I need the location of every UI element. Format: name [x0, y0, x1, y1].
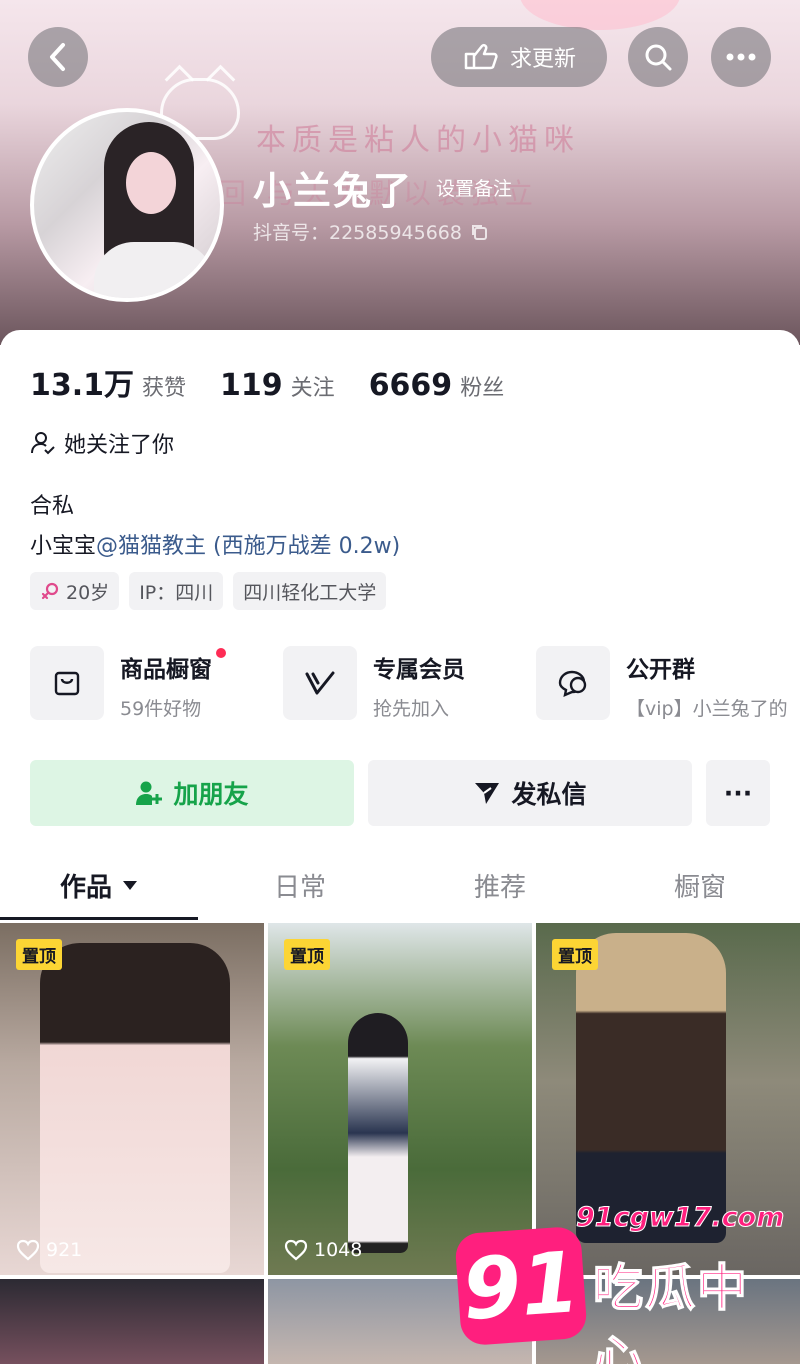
- caret-down-icon: [123, 881, 137, 890]
- request-update-label: 求更新: [509, 47, 576, 72]
- action-buttons: 加朋友 发私信 ···: [30, 760, 770, 826]
- tab-recommend[interactable]: 推荐: [400, 850, 600, 920]
- pointing-hand-icon: [464, 43, 498, 70]
- school-tag[interactable]: 四川轻化工大学: [233, 572, 387, 610]
- video-thumbnail[interactable]: [0, 1279, 264, 1364]
- nickname: 小兰兔了: [253, 169, 414, 213]
- heart-icon: [16, 1239, 40, 1261]
- more-actions-button[interactable]: ···: [706, 760, 770, 826]
- watermark-text: 吃瓜中心: [592, 1258, 749, 1364]
- search-button[interactable]: [628, 27, 688, 87]
- stat-following[interactable]: 119 关注: [220, 368, 335, 403]
- banner-decoration: [520, 0, 680, 30]
- douyin-id[interactable]: 抖音号：22585945668: [253, 218, 488, 245]
- stat-likes[interactable]: 13.1万 获赞: [30, 360, 186, 404]
- avatar[interactable]: [30, 108, 224, 302]
- content-tabs: 作品 日常 推荐 橱窗: [0, 850, 800, 920]
- douyin-id-text: 抖音号：22585945668: [253, 222, 462, 244]
- mention-link[interactable]: @猫猫教主 (西施万战差 0.2w): [96, 534, 400, 559]
- stat-followers[interactable]: 6669 粉丝: [369, 368, 505, 403]
- like-count: 921: [16, 1239, 82, 1261]
- search-icon: [645, 44, 672, 71]
- feature-row: 商品橱窗 59件好物 专属会员 抢先加入 公开群 【vip】小兰兔了的: [30, 646, 800, 722]
- heart-icon: [284, 1239, 308, 1261]
- request-update-button[interactable]: 求更新: [431, 27, 607, 87]
- like-count: 1048: [284, 1239, 362, 1261]
- add-friend-icon: [136, 781, 163, 805]
- ip-tag: IP：四川: [129, 572, 224, 610]
- stats-row: 13.1万 获赞 119 关注 6669 粉丝: [30, 360, 504, 404]
- notification-dot: [216, 648, 226, 658]
- watermark-logo: 91: [454, 1225, 588, 1347]
- copy-icon: [471, 224, 487, 240]
- tab-works[interactable]: 作品: [0, 850, 200, 920]
- chat-bubbles-icon: [558, 670, 587, 698]
- pinned-badge: 置顶: [284, 939, 330, 970]
- chevron-left-icon: [50, 43, 65, 71]
- female-icon: [41, 582, 59, 600]
- membership-entry[interactable]: 专属会员 抢先加入: [283, 646, 465, 722]
- user-check-icon: [31, 432, 55, 455]
- video-thumbnail[interactable]: 置顶 921: [0, 923, 264, 1275]
- tab-daily[interactable]: 日常: [200, 850, 400, 920]
- profile-tags: 20岁 IP：四川 四川轻化工大学: [30, 572, 387, 610]
- vip-v-icon: [305, 671, 335, 695]
- send-message-button[interactable]: 发私信: [368, 760, 692, 826]
- more-dots-icon: [726, 53, 756, 61]
- active-tab-indicator: [0, 917, 198, 920]
- pinned-badge: 置顶: [16, 939, 62, 970]
- bio-line2: 小宝宝@猫猫教主 (西施万战差 0.2w): [30, 534, 401, 559]
- age-tag: 20岁: [30, 572, 120, 610]
- shop-window-entry[interactable]: 商品橱窗 59件好物: [30, 646, 226, 722]
- bio-line1: 合私: [30, 494, 75, 519]
- public-group-entry[interactable]: 公开群 【vip】小兰兔了的: [536, 646, 788, 722]
- set-remark-link[interactable]: 设置备注: [436, 174, 512, 201]
- banner-text-line1: 本质是粘人的小猫咪: [256, 123, 580, 158]
- watermark-url: 91cgw17.com: [575, 1202, 785, 1234]
- pinned-badge: 置顶: [552, 939, 598, 970]
- more-dots-icon: ···: [723, 778, 753, 808]
- add-friend-button[interactable]: 加朋友: [30, 760, 354, 826]
- tab-shop-window[interactable]: 橱窗: [600, 850, 800, 920]
- back-button[interactable]: [28, 27, 88, 87]
- follows-you-indicator: 她关注了你: [30, 427, 174, 459]
- more-options-button[interactable]: [711, 27, 771, 87]
- send-arrow-icon: [475, 783, 500, 804]
- profile-banner: 本质是粘人的小猫咪 回 与天为默以装独立 求更新 小兰兔了 设置备注 抖音号：2…: [0, 0, 800, 345]
- watermark: 91 91cgw17.com 吃瓜中心: [454, 1190, 800, 1364]
- shop-bag-icon: [54, 671, 80, 696]
